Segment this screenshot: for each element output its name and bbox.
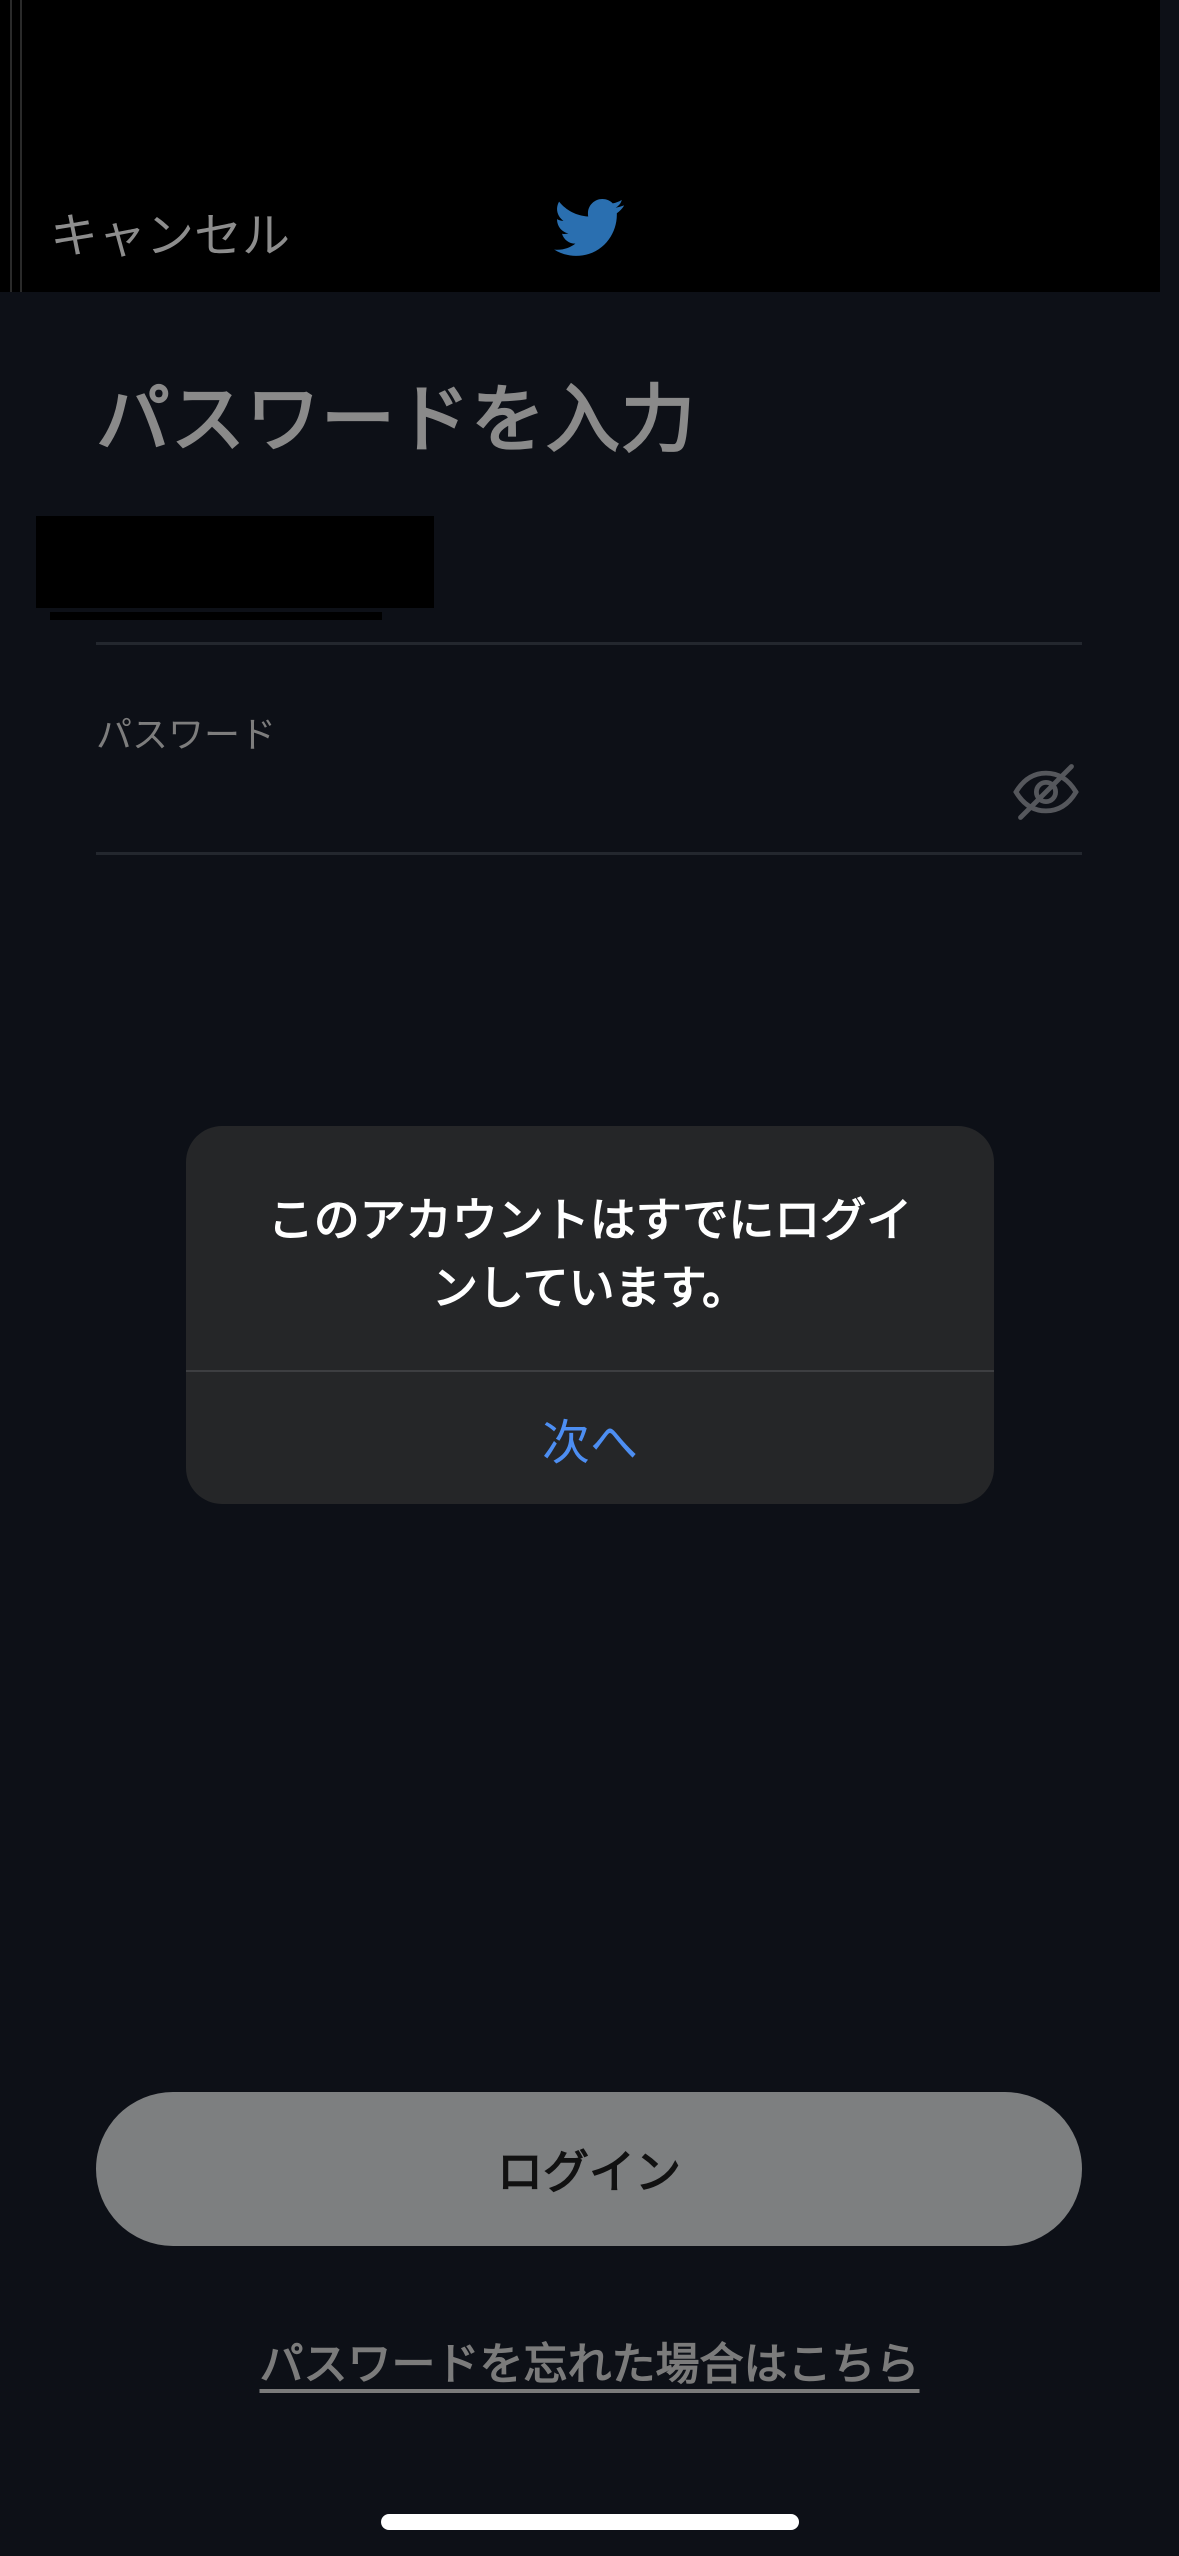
top-bar-edge [10, 0, 22, 292]
cancel-button[interactable]: キャンセル [50, 196, 290, 266]
page-title: パスワードを入力 [96, 377, 696, 463]
password-field[interactable]: パスワード [96, 706, 276, 758]
redacted-username [36, 516, 434, 608]
alert-message: このアカウントはすでにログインしています。 [267, 1193, 913, 1315]
already-logged-in-alert: このアカウントはすでにログインしています。 次へ [186, 1126, 994, 1504]
password-divider [96, 852, 1082, 855]
eye-slash-icon[interactable] [1010, 756, 1082, 828]
login-button[interactable]: ログイン [96, 2092, 1082, 2246]
top-bar: キャンセル [0, 0, 1160, 292]
next-button[interactable]: 次へ [186, 1372, 994, 1504]
redacted-username-underline [50, 612, 382, 620]
home-indicator[interactable] [381, 2514, 799, 2530]
username-divider [96, 642, 1082, 645]
forgot-password-link[interactable]: パスワードを忘れた場合はこちら [0, 2328, 1179, 2392]
twitter-bird-icon [554, 199, 624, 256]
